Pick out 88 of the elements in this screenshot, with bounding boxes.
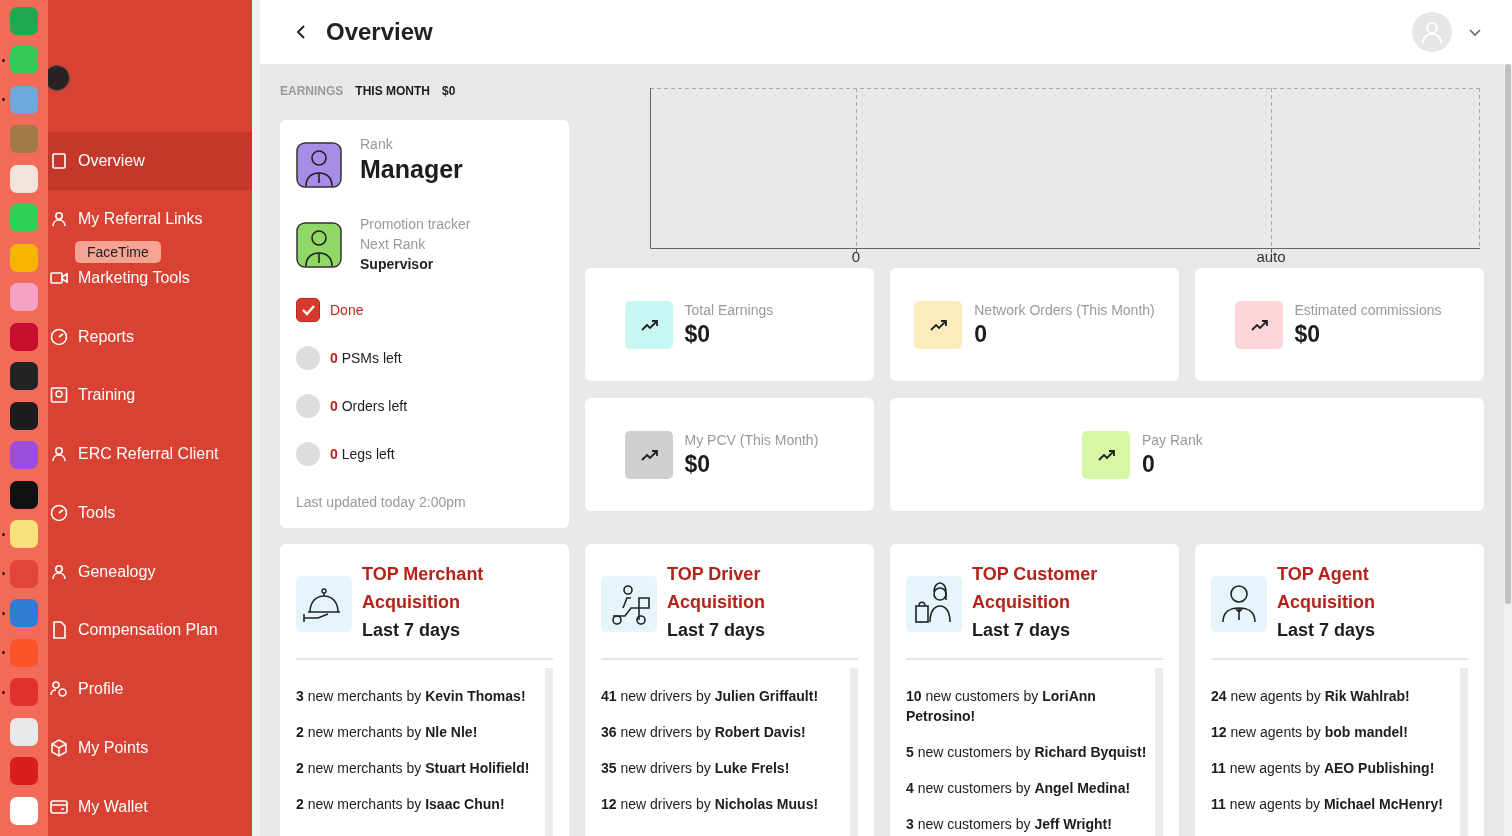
wallet-icon	[50, 797, 68, 816]
box-icon	[50, 738, 68, 757]
back-chevron-icon	[294, 23, 308, 41]
tracker-item: Done	[330, 302, 364, 318]
scrollbar-track[interactable]	[252, 0, 260, 836]
leaderboard-entry: 11 new agents by AEO Publishing!	[1211, 759, 1436, 778]
app-icon[interactable]	[10, 796, 38, 825]
sidebar-item[interactable]: Marketing Tools	[48, 260, 252, 296]
gauge-icon	[50, 327, 68, 346]
person-icon	[50, 562, 68, 581]
person-badge-icon	[296, 142, 342, 188]
leaderboard-entry: 3 new customers by Jeff Wright!	[906, 815, 1113, 834]
card-title: TOP Driver Acquisition	[667, 563, 766, 614]
document-icon	[50, 621, 68, 640]
card-subtitle: Last 7 days	[667, 619, 767, 642]
leaderboard-entry: 35 new drivers by Luke Frels!	[601, 759, 791, 778]
shopper-icon	[906, 576, 962, 632]
stat-value: $0	[684, 319, 712, 349]
sidebar-item[interactable]: Tools	[48, 495, 252, 531]
sidebar-item[interactable]: Genealogy	[48, 554, 252, 590]
tracker-item: 0 Legs left	[330, 446, 395, 462]
axis-tick-label: 0	[851, 248, 861, 265]
stat-value: 0	[974, 319, 989, 349]
stat-label: Pay Rank	[1142, 430, 1204, 449]
card-title: TOP Merchant Acquisition	[362, 563, 485, 614]
stat-value: $0	[1294, 319, 1322, 349]
stat-label: Total Earnings	[684, 300, 775, 319]
serving-dish-icon	[296, 576, 352, 632]
sidebar-item[interactable]: Training	[48, 378, 252, 413]
card-subtitle: Last 7 days	[362, 619, 462, 642]
person-icon	[1421, 21, 1443, 43]
stat-value: $0	[684, 449, 712, 479]
card-subtitle: Last 7 days	[972, 619, 1072, 642]
sidebar-item[interactable]: My Wallet	[48, 789, 252, 824]
page-icon	[50, 151, 68, 170]
app-icon[interactable]	[10, 362, 38, 391]
leaderboard-entry: 2 new merchants by Nle Nle!	[296, 723, 479, 742]
last-updated: Last updated today 2:00pm	[296, 493, 467, 512]
leaderboard-entry: 41 new drivers by Julien Griffault!	[601, 687, 820, 706]
leaderboard-entry: 36 new drivers by Robert Davis!	[601, 723, 807, 742]
sidebar-item[interactable]: My Referral Links	[48, 201, 252, 237]
avatar[interactable]	[1412, 12, 1452, 52]
sidebar-item[interactable]: Reports	[48, 319, 252, 355]
leaderboard-entry: 3 new merchants by Kevin Thomas!	[296, 687, 527, 706]
earnings-label: EARNINGS	[280, 84, 344, 100]
person-icon	[50, 445, 68, 464]
leaderboard-entry: 10 new customers by LoriAnn Petrosino!	[906, 687, 1097, 726]
card-title: TOP Customer Acquisition	[972, 563, 1099, 614]
leaderboard-entry: 4 new customers by Angel Medina!	[906, 779, 1132, 798]
stat-label: Network Orders (This Month)	[974, 300, 1155, 319]
scrollbar-thumb[interactable]	[1505, 64, 1511, 604]
gauge-icon	[50, 503, 68, 522]
rank-name: Manager	[360, 154, 463, 184]
app-icon[interactable]	[10, 480, 38, 509]
leaderboard-entry: 11 new agents by Michael McHenry!	[1211, 795, 1444, 814]
businessman-icon	[1211, 576, 1267, 632]
stat-value: 0	[1142, 449, 1156, 479]
sidebar-item[interactable]: ERC Referral Client	[48, 436, 252, 472]
sidebar-item[interactable]: Overview	[48, 132, 252, 190]
page-title: Overview	[326, 18, 434, 46]
video-camera-icon	[50, 269, 68, 287]
tracker-item: 0 Orders left	[330, 398, 408, 414]
leaderboard-entry: 12 new agents by bob mandel!	[1211, 723, 1409, 742]
card-title: TOP Agent Acquisition	[1277, 563, 1376, 614]
earnings-amount: $0	[442, 84, 456, 100]
axis-tick-label: auto	[1256, 248, 1286, 265]
sidebar-item[interactable]: My Points	[48, 730, 252, 766]
rank-label: Rank	[360, 135, 394, 154]
tracker-item: 0 PSMs left	[330, 350, 402, 366]
caret-icon	[1468, 26, 1482, 38]
card-subtitle: Last 7 days	[1277, 619, 1377, 642]
app-icon[interactable]	[10, 401, 38, 430]
leaderboard-entry: 24 new agents by Rik Wahlrab!	[1211, 687, 1411, 706]
sidebar-item[interactable]: Compensation Plan	[48, 613, 252, 648]
next-rank-label: Next Rank	[360, 235, 427, 254]
tooltip: FaceTime	[75, 241, 161, 263]
leaderboard-entry: 5 new customers by Richard Byquist!	[906, 743, 1148, 762]
leaderboard-entry: 2 new merchants by Isaac Chun!	[296, 795, 506, 814]
tracker-label: Promotion tracker	[360, 215, 471, 234]
person-badge-icon	[296, 222, 342, 268]
leaderboard-entry: 12 new drivers by Nicholas Muus!	[601, 795, 820, 814]
period-label: THIS MONTH	[355, 84, 430, 100]
sidebar-item[interactable]: Profile	[48, 671, 252, 707]
stat-label: My PCV (This Month)	[684, 430, 820, 449]
next-rank-name: Supervisor	[360, 255, 435, 274]
stat-label: Estimated commissions	[1294, 300, 1443, 319]
leaderboard-entry: 2 new merchants by Stuart Holifield!	[296, 759, 531, 778]
person-icon	[50, 210, 68, 229]
